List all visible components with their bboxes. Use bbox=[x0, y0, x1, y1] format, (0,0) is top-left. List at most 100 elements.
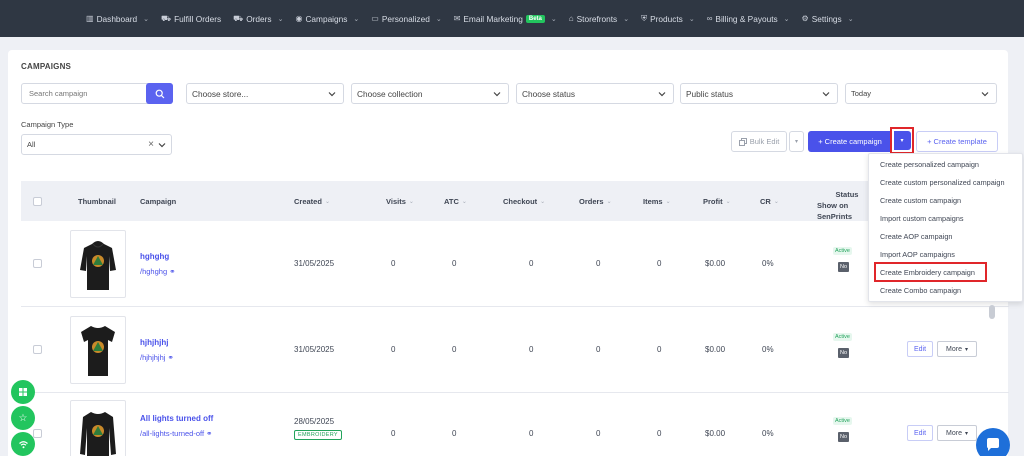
created-date: 31/05/2025 bbox=[294, 259, 335, 268]
more-button[interactable]: More ▾ bbox=[937, 341, 977, 357]
collection-select[interactable]: Choose collection bbox=[351, 83, 509, 104]
campaign-slug-link[interactable]: /all-lights-turned-off ⚭ bbox=[140, 429, 212, 438]
more-label: More bbox=[946, 345, 962, 353]
campaign-type-select[interactable]: All × bbox=[21, 134, 172, 155]
checkbox[interactable] bbox=[33, 345, 42, 354]
status-badge: Active bbox=[833, 333, 852, 341]
chat-button[interactable] bbox=[976, 428, 1010, 456]
chevron-down-icon: ⌄ bbox=[277, 15, 284, 23]
date-select[interactable]: Today bbox=[845, 83, 997, 104]
sort-icon: ⌄ bbox=[773, 198, 779, 205]
campaign-slug-link[interactable]: /hghghg ⚭ bbox=[140, 267, 176, 276]
edit-button[interactable]: Edit bbox=[907, 425, 933, 441]
more-button[interactable]: More ▾ bbox=[937, 425, 977, 441]
row-select[interactable] bbox=[33, 259, 42, 268]
nav-item-settings[interactable]: ⚙ Settings ⌄ bbox=[802, 14, 854, 24]
cell-profit: $0.00 bbox=[705, 345, 726, 354]
nav-item-label: Dashboard bbox=[96, 13, 138, 24]
edit-button[interactable]: Edit bbox=[907, 341, 933, 357]
floating-star-button[interactable]: ☆ bbox=[11, 406, 35, 430]
status-select[interactable]: Choose status bbox=[516, 83, 674, 104]
cell-orders: 0 bbox=[596, 345, 601, 354]
header-atc[interactable]: ATC ⌄ bbox=[444, 181, 467, 221]
nav-item-orders[interactable]: ⛟ Orders ⌄ bbox=[233, 14, 283, 24]
nav-item-personalized[interactable]: ▭ Personalized ⌄ bbox=[371, 14, 441, 24]
bulk-edit-button[interactable]: Bulk Edit bbox=[731, 131, 787, 152]
campaign-thumbnail[interactable] bbox=[70, 316, 126, 384]
show-on-senprints-badge[interactable]: No bbox=[838, 348, 849, 358]
header-items[interactable]: Items ⌄ bbox=[643, 181, 671, 221]
search-campaign-field bbox=[21, 83, 173, 104]
nav-item-storefronts[interactable]: ⌂ Storefronts ⌄ bbox=[569, 14, 629, 24]
cell-visits: 0 bbox=[391, 429, 396, 438]
dropdown-item-import-aop-campaigns[interactable]: Import AOP campaigns bbox=[880, 250, 955, 259]
campaign-name-link[interactable]: hjhjhjhj bbox=[140, 338, 168, 347]
public-status-select[interactable]: Public status bbox=[680, 83, 838, 104]
row-select[interactable] bbox=[33, 345, 42, 354]
search-button[interactable] bbox=[146, 83, 173, 104]
chat-icon bbox=[987, 438, 999, 451]
select-all-checkbox[interactable] bbox=[33, 181, 42, 221]
header-label: Created bbox=[294, 196, 322, 206]
chevron-down-icon: ⌄ bbox=[435, 15, 442, 23]
dropdown-item-create-aop-campaign[interactable]: Create AOP campaign bbox=[880, 232, 952, 241]
header-checkout[interactable]: Checkout ⌄ bbox=[503, 181, 545, 221]
show-on-senprints-badge[interactable]: No bbox=[838, 262, 849, 272]
cell-atc: 0 bbox=[452, 259, 457, 268]
nav-item-fulfill-orders[interactable]: ⛟ Fulfill Orders bbox=[161, 14, 221, 24]
campaign-name-link[interactable]: hghghg bbox=[140, 252, 169, 261]
dropdown-item-create-custom-campaign[interactable]: Create custom campaign bbox=[880, 196, 961, 205]
clear-icon[interactable]: × bbox=[148, 139, 154, 150]
link-icon: ⚭ bbox=[169, 267, 176, 276]
store-select[interactable]: Choose store... bbox=[186, 83, 344, 104]
search-input[interactable] bbox=[22, 84, 146, 103]
create-campaign-caret[interactable]: ▾ bbox=[893, 131, 911, 150]
header-label: Items bbox=[643, 196, 663, 206]
campaign-name-link[interactable]: All lights turned off bbox=[140, 414, 213, 423]
floating-signal-button[interactable] bbox=[11, 432, 35, 456]
dropdown-item-import-custom-campaigns[interactable]: Import custom campaigns bbox=[880, 214, 964, 223]
header-campaign: Campaign bbox=[140, 181, 176, 221]
header-created[interactable]: Created ⌄ bbox=[294, 181, 330, 221]
search-icon bbox=[155, 89, 164, 98]
star-icon: ☆ bbox=[18, 412, 28, 424]
header-label: CR bbox=[760, 196, 771, 206]
nav-item-billing-payouts[interactable]: ∞ Billing & Payouts ⌄ bbox=[707, 14, 790, 24]
checkbox[interactable] bbox=[33, 196, 42, 206]
campaign-type-label: Campaign Type bbox=[21, 120, 74, 129]
header-orders[interactable]: Orders ⌄ bbox=[579, 181, 612, 221]
dropdown-item-create-combo-campaign[interactable]: Create Combo campaign bbox=[880, 286, 961, 295]
scrollbar[interactable] bbox=[989, 305, 995, 319]
created-date: 28/05/2025 bbox=[294, 417, 335, 426]
nav-item-email-marketing[interactable]: ✉ Email Marketing Beta ⌄ bbox=[454, 14, 557, 24]
create-campaign-button[interactable]: + Create campaign bbox=[808, 131, 892, 152]
header-cr[interactable]: CR ⌄ bbox=[760, 181, 779, 221]
show-on-senprints-badge[interactable]: No bbox=[838, 432, 849, 442]
header-visits[interactable]: Visits ⌄ bbox=[386, 181, 414, 221]
nav-item-label: Products bbox=[650, 13, 683, 24]
dropdown-item-create-personalized-campaign[interactable]: Create personalized campaign bbox=[880, 160, 979, 169]
row-select[interactable] bbox=[33, 429, 42, 438]
campaign-type-value: All bbox=[27, 140, 36, 149]
cell-cr: 0% bbox=[762, 345, 774, 354]
chevron-down-icon bbox=[493, 92, 501, 97]
campaign-slug-link[interactable]: /hjhjhjhj ⚭ bbox=[140, 353, 174, 362]
cart-icon: ⛟ bbox=[233, 13, 244, 23]
create-template-button[interactable]: + Create template bbox=[916, 131, 998, 152]
header-label: Profit bbox=[703, 196, 723, 206]
dropdown-item-create-custom-personalized-campaign[interactable]: Create custom personalized campaign bbox=[880, 178, 1005, 187]
header-profit[interactable]: Profit ⌄ bbox=[703, 181, 731, 221]
nav-item-label: Campaigns bbox=[305, 13, 348, 24]
campaign-thumbnail[interactable] bbox=[70, 230, 126, 298]
nav-item-products[interactable]: ⛨ Products ⌄ bbox=[641, 14, 695, 24]
checkbox[interactable] bbox=[33, 259, 42, 268]
date-select-value: Today bbox=[851, 89, 872, 98]
link-icon: ⚭ bbox=[206, 429, 213, 438]
floating-grid-button[interactable] bbox=[11, 380, 35, 404]
bulk-edit-caret[interactable]: ▾ bbox=[789, 131, 804, 152]
checkbox[interactable] bbox=[33, 429, 42, 438]
nav-item-dashboard[interactable]: ▥ Dashboard ⌄ bbox=[86, 14, 149, 24]
nav-item-campaigns[interactable]: ◉ Campaigns ⌄ bbox=[295, 14, 359, 24]
infinity-icon: ∞ bbox=[706, 14, 713, 23]
campaign-thumbnail[interactable] bbox=[70, 400, 126, 456]
